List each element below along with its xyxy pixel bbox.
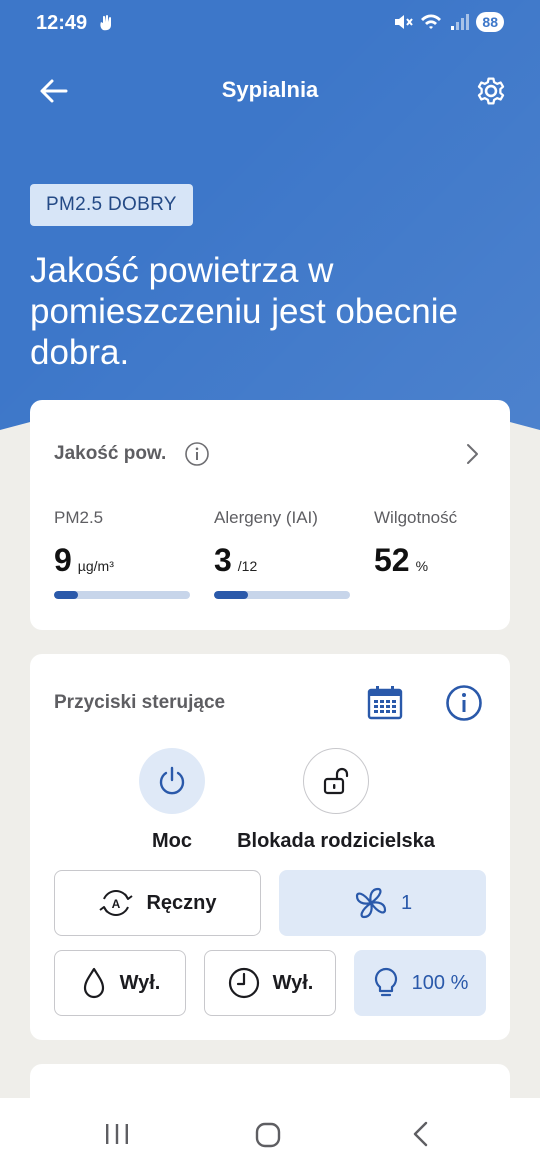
fan-icon	[355, 887, 387, 919]
fan-speed-value: 1	[400, 891, 413, 914]
controls-card: Przyciski sterujące Moc Blokada rodzicie…	[30, 654, 510, 1040]
clock-icon	[228, 967, 259, 999]
hand-icon	[100, 14, 111, 31]
air-quality-title: Jakość pow.	[54, 443, 167, 464]
settings-button[interactable]	[472, 72, 510, 110]
page-title: Sypialnia	[221, 77, 319, 102]
unlock-icon	[323, 767, 349, 795]
system-nav-bar	[0, 1098, 540, 1170]
home-icon[interactable]	[254, 1121, 282, 1149]
timer-button[interactable]: Wył.	[204, 950, 336, 1016]
timer-label: Wył.	[272, 971, 314, 994]
metric-value: 3 /12	[214, 542, 354, 579]
pm25-status-badge: PM2.5 DOBRY	[30, 184, 193, 226]
app-header: Sypialnia	[0, 64, 540, 118]
metric-label: PM2.5	[54, 508, 104, 527]
child-lock-label: Blokada rodzicielska	[237, 830, 435, 852]
gear-icon	[477, 77, 505, 105]
power-icon	[159, 766, 185, 795]
fan-speed-button[interactable]: 1	[279, 870, 486, 936]
metric-value: 52 %	[374, 542, 514, 579]
controls-title: Przyciski sterujące	[54, 692, 226, 713]
bulb-icon	[374, 967, 397, 997]
info-icon[interactable]	[444, 683, 484, 723]
metric-number: 3	[214, 542, 232, 578]
air-quality-headline: Jakość powietrza w pomieszczeniu jest ob…	[30, 251, 459, 372]
metric-number: 9	[54, 542, 72, 578]
mode-label: Ręczny	[146, 891, 217, 914]
metric-unit: µg/m³	[77, 558, 114, 574]
air-quality-card[interactable]: Jakość pow. PM2.5 9 µg/m³ Alergeny (IAI)…	[30, 400, 510, 630]
metric-pm25: PM2.5 9 µg/m³	[54, 508, 194, 599]
allergen-level-bar	[214, 591, 350, 599]
auto-cycle-icon: A	[99, 890, 134, 916]
metric-label: Wilgotność	[374, 508, 458, 527]
mute-icon	[395, 15, 414, 29]
status-icons: 88	[392, 12, 504, 32]
child-lock-button[interactable]	[303, 748, 369, 814]
signal-icon	[451, 14, 470, 30]
humidity-label: Wył.	[119, 971, 161, 994]
power-button[interactable]	[139, 748, 205, 814]
wifi-icon	[421, 14, 442, 29]
metric-unit: /12	[237, 558, 258, 574]
info-icon[interactable]	[184, 441, 210, 467]
light-button[interactable]: 100 %	[354, 950, 486, 1016]
metric-value: 9 µg/m³	[54, 542, 194, 579]
light-label: 100 %	[411, 971, 469, 994]
status-bar: 12:49 88	[0, 0, 540, 48]
metric-humidity: Wilgotność 52 %	[374, 508, 514, 579]
metric-number: 52	[374, 542, 410, 578]
pm25-level-fill	[54, 591, 79, 599]
nav-back-icon[interactable]	[408, 1120, 432, 1148]
recent-apps-icon[interactable]	[104, 1122, 130, 1146]
metric-label: Alergeny (IAI)	[214, 508, 318, 527]
power-label: Moc	[152, 830, 192, 852]
mode-button[interactable]: A Ręczny	[54, 870, 261, 936]
svg-text:A: A	[112, 897, 121, 911]
chevron-right-icon[interactable]	[458, 440, 486, 468]
metric-allergens: Alergeny (IAI) 3 /12	[214, 508, 354, 599]
pm25-level-bar	[54, 591, 190, 599]
droplet-icon	[83, 967, 104, 999]
allergen-level-fill	[214, 591, 248, 599]
status-time: 12:49	[36, 12, 88, 34]
calendar-icon[interactable]	[366, 684, 404, 722]
metric-unit: %	[415, 558, 429, 574]
battery-badge: 88	[476, 12, 504, 32]
humidity-button[interactable]: Wył.	[54, 950, 186, 1016]
